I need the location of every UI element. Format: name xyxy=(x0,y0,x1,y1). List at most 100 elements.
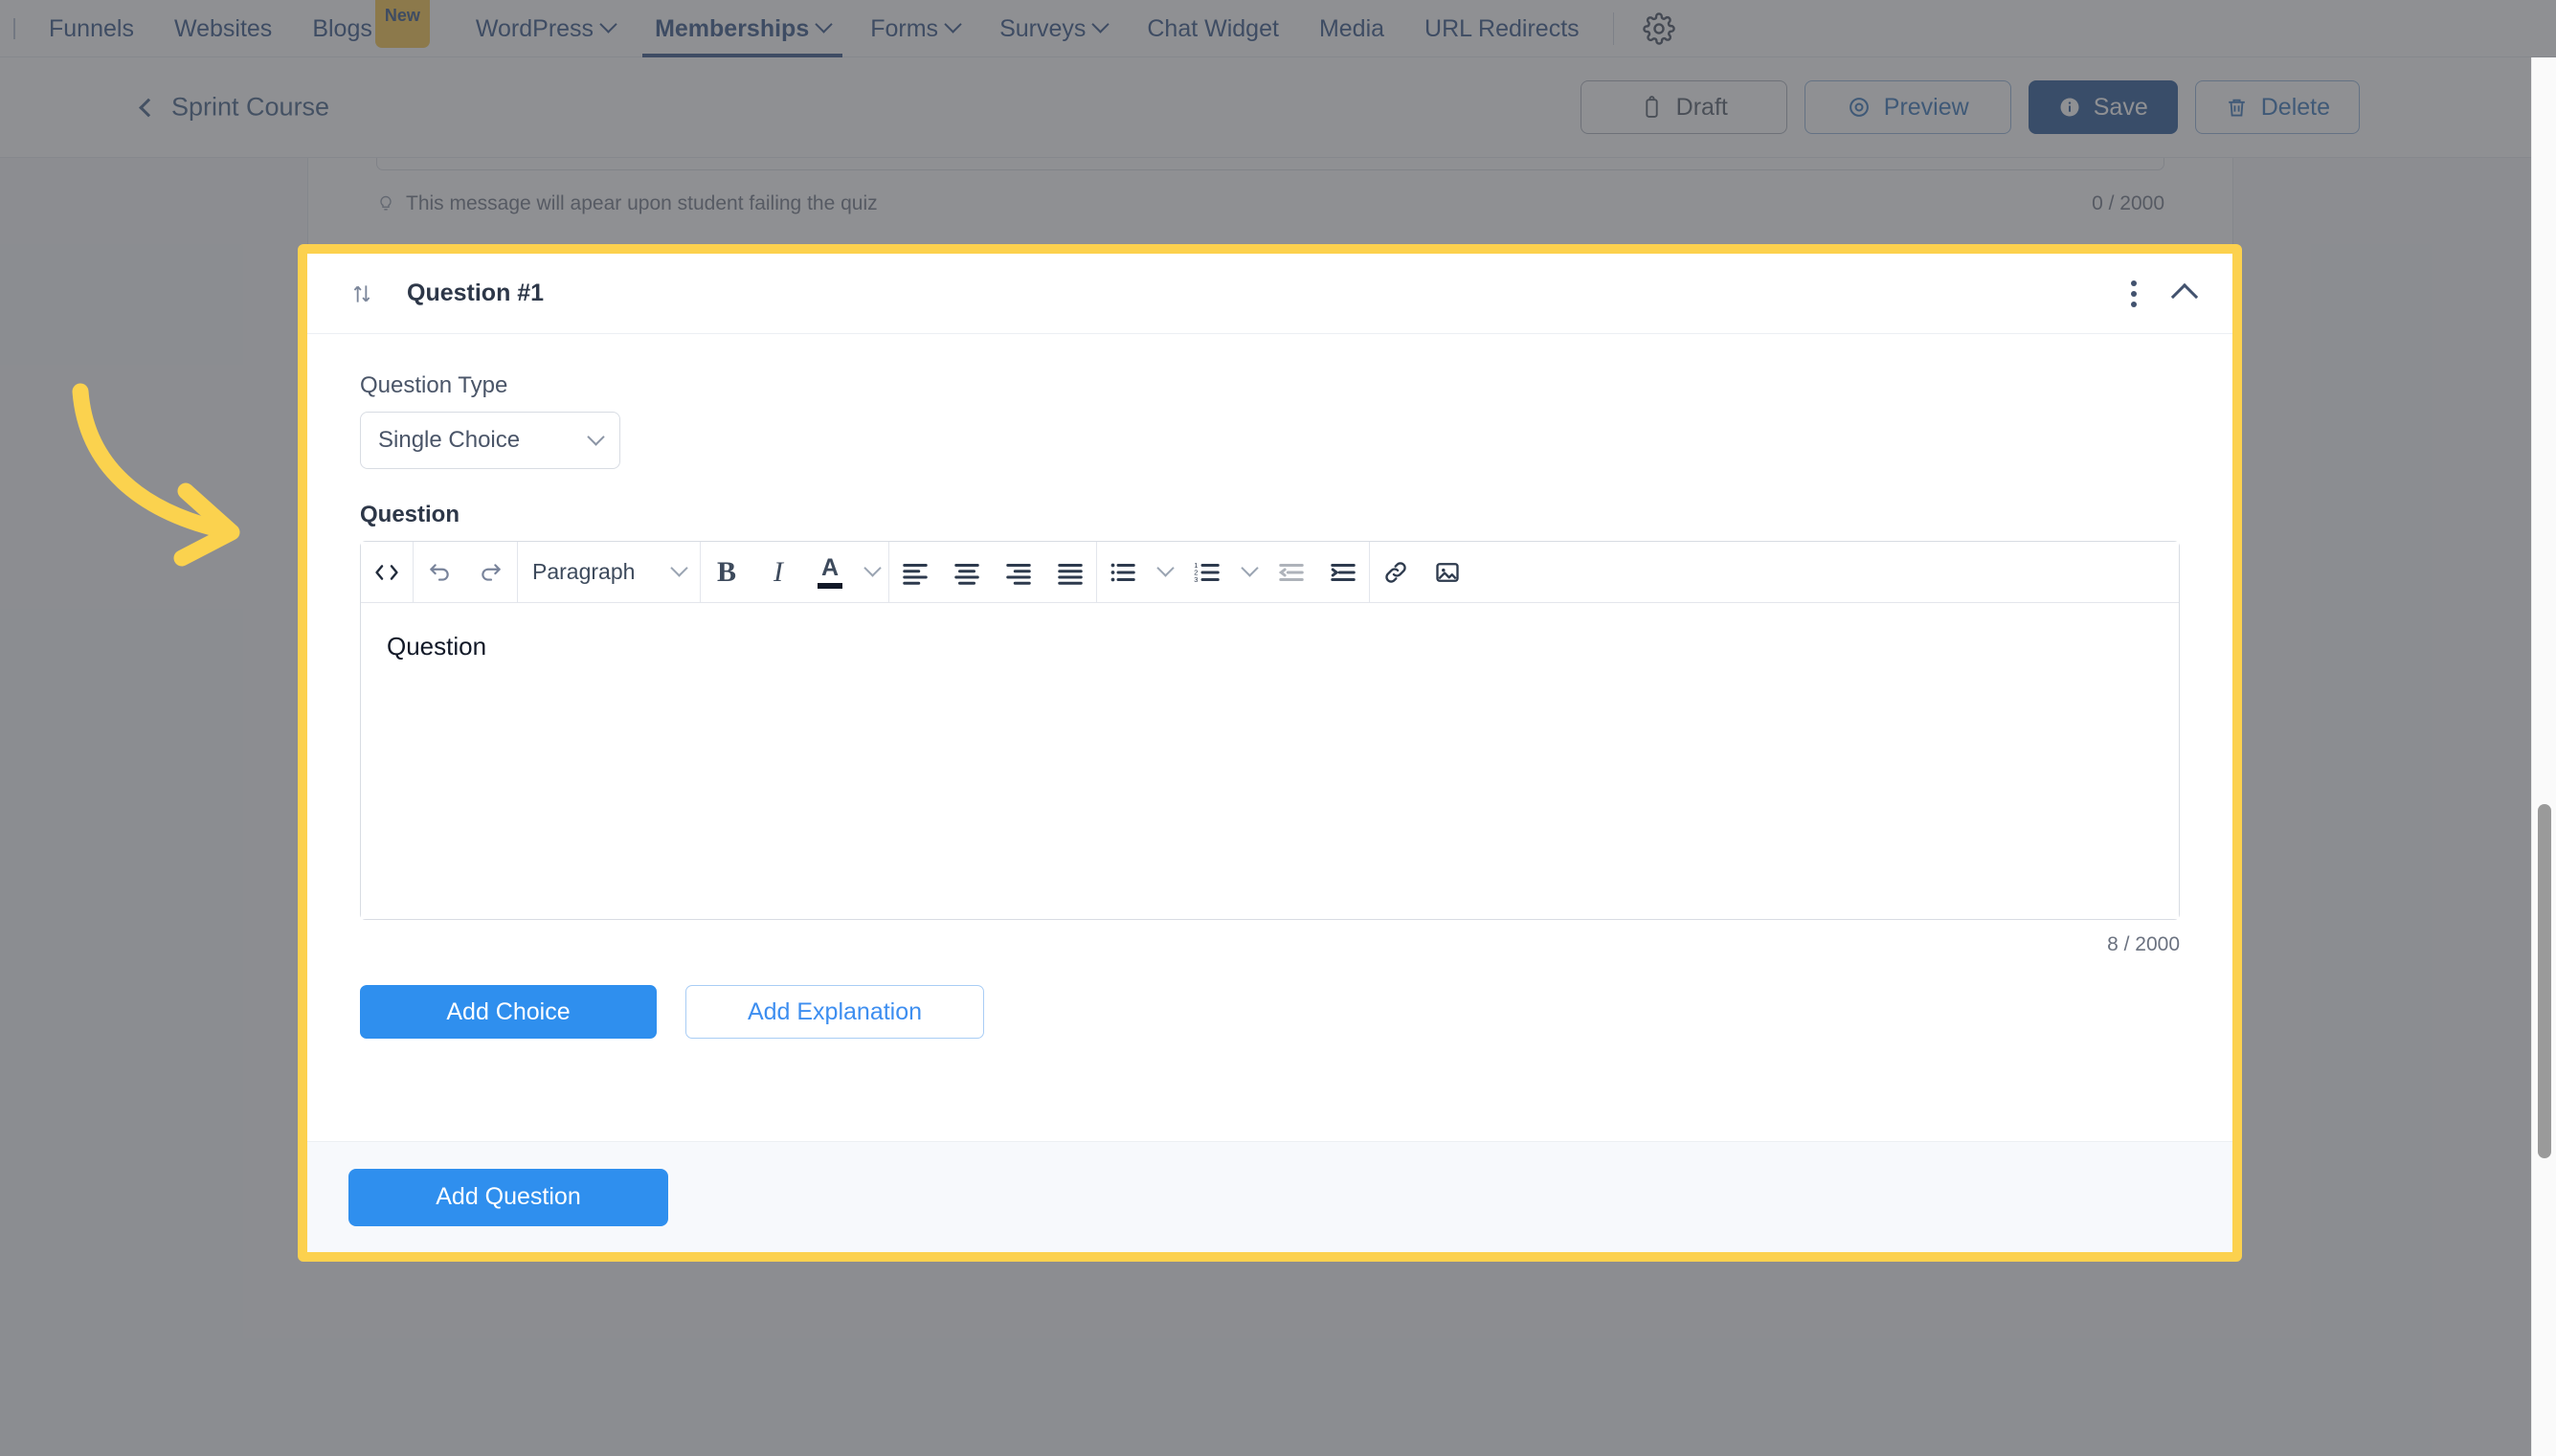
insert-link-button[interactable] xyxy=(1370,542,1422,603)
nav-item-label: URL Redirects xyxy=(1424,14,1580,42)
bold-glyph: B xyxy=(716,555,736,588)
kebab-menu-icon[interactable] xyxy=(2125,275,2142,313)
preview-button[interactable]: Preview xyxy=(1804,80,2011,134)
nav-item-memberships[interactable]: Memberships xyxy=(635,0,850,57)
question-card-body: Question Type Single Choice Question Par… xyxy=(307,334,2232,1039)
question-type-label: Question Type xyxy=(360,372,508,398)
chevron-down-icon xyxy=(815,15,833,34)
outdent-icon xyxy=(1278,563,1304,581)
bold-button[interactable]: B xyxy=(701,542,752,603)
nav-item-chat-widget[interactable]: Chat Widget xyxy=(1127,0,1299,57)
image-icon xyxy=(1436,562,1459,582)
toolbar-group-inline: B I A xyxy=(701,542,888,603)
bullet-list-dropdown-button[interactable] xyxy=(1149,542,1181,603)
add-question-label: Add Question xyxy=(436,1183,581,1210)
chevron-down-icon xyxy=(599,15,617,34)
question-action-buttons: Add Choice Add Explanation xyxy=(360,985,2180,1039)
nav-item-blogs[interactable]: Blogs New xyxy=(292,0,456,57)
chevron-down-icon xyxy=(670,559,688,577)
breadcrumb-label: Sprint Course xyxy=(171,92,330,122)
outdent-button[interactable] xyxy=(1266,542,1317,603)
failing-message-textarea[interactable] xyxy=(376,158,2164,170)
nav-item-wordpress[interactable]: WordPress xyxy=(456,0,635,57)
text-color-button[interactable]: A xyxy=(804,542,856,603)
numbered-list-dropdown-button[interactable] xyxy=(1233,542,1266,603)
indent-button[interactable] xyxy=(1317,542,1369,603)
align-left-button[interactable] xyxy=(889,542,941,603)
nav-item-label: Chat Widget xyxy=(1147,14,1279,42)
sort-arrows-icon[interactable] xyxy=(349,280,374,307)
add-question-button[interactable]: Add Question xyxy=(348,1168,668,1226)
chevron-down-icon xyxy=(587,427,605,446)
preview-button-label: Preview xyxy=(1883,93,1969,121)
link-icon xyxy=(1385,561,1406,583)
question-rich-text-editor: Paragraph B I A 1 2 3 Question xyxy=(360,541,2180,920)
numbered-list-button[interactable]: 1 2 3 xyxy=(1181,542,1233,603)
nav-item-forms[interactable]: Forms xyxy=(850,0,979,57)
settings-button[interactable] xyxy=(1627,11,1691,45)
chevron-up-icon[interactable] xyxy=(2170,282,2199,311)
numbered-list-icon: 1 2 3 xyxy=(1194,561,1220,584)
failing-message-hint-text: This message will apear upon student fai… xyxy=(406,192,878,214)
question-card-highlighted: Question #1 Question Type Single Choice … xyxy=(298,244,2242,1262)
add-choice-button[interactable]: Add Choice xyxy=(360,985,657,1039)
text-color-icon: A xyxy=(818,555,842,589)
question-type-value: Single Choice xyxy=(378,427,521,453)
question-card: Question #1 Question Type Single Choice … xyxy=(307,254,2232,1160)
delete-button[interactable]: Delete xyxy=(2194,80,2360,134)
toolbar-group-history xyxy=(414,542,517,603)
undo-button[interactable] xyxy=(414,542,465,603)
nav-item-label: Forms xyxy=(870,14,939,42)
align-right-button[interactable] xyxy=(993,542,1044,603)
draft-button[interactable]: Draft xyxy=(1580,80,1787,134)
nav-item-websites[interactable]: Websites xyxy=(154,0,292,57)
nav-item-url-redirects[interactable]: URL Redirects xyxy=(1404,0,1600,57)
bullet-list-button[interactable] xyxy=(1097,542,1149,603)
chevron-down-icon xyxy=(1091,15,1110,34)
hint-left: This message will apear upon student fai… xyxy=(376,192,878,215)
align-justify-icon xyxy=(1058,563,1083,585)
redo-button[interactable] xyxy=(465,542,517,603)
breadcrumb-back-sprint-course[interactable]: Sprint Course xyxy=(139,92,330,123)
text-color-dropdown-button[interactable] xyxy=(856,542,888,603)
block-format-select[interactable]: Paragraph xyxy=(518,542,700,603)
insert-image-button[interactable] xyxy=(1422,542,1473,603)
top-navigation-bar: Funnels Websites Blogs New WordPress Mem… xyxy=(0,0,2556,57)
add-explanation-label: Add Explanation xyxy=(747,997,923,1025)
chevron-down-icon xyxy=(1155,559,1175,577)
nav-item-label: Surveys xyxy=(999,14,1087,42)
redo-icon xyxy=(482,563,501,581)
scrollbar-thumb[interactable] xyxy=(2538,804,2551,1158)
question-type-select[interactable]: Single Choice xyxy=(360,412,620,469)
question-card-footer: Add Question xyxy=(307,1141,2232,1252)
toolbar-group-align xyxy=(889,542,1096,603)
nav-item-media[interactable]: Media xyxy=(1299,0,1404,57)
italic-button[interactable]: I xyxy=(752,542,804,603)
code-view-button[interactable] xyxy=(361,542,413,603)
toolbar-group-insert xyxy=(1370,542,1473,603)
nav-item-surveys[interactable]: Surveys xyxy=(979,0,1127,57)
bullet-list-icon xyxy=(1110,563,1135,581)
draft-button-label: Draft xyxy=(1675,93,1728,121)
new-badge: New xyxy=(374,0,430,48)
align-justify-button[interactable] xyxy=(1044,542,1096,603)
question-card-header: Question #1 xyxy=(307,254,2232,334)
undo-icon xyxy=(430,563,449,581)
question-editor-content[interactable]: Question xyxy=(361,603,2179,919)
clipboard-icon xyxy=(1646,95,1658,118)
align-center-button[interactable] xyxy=(941,542,993,603)
nav-left-edge xyxy=(13,17,19,39)
question-card-header-actions xyxy=(2125,275,2206,313)
nav-item-label: Websites xyxy=(173,14,273,42)
nav-item-funnels[interactable]: Funnels xyxy=(29,0,154,57)
indent-icon xyxy=(1331,563,1356,581)
add-explanation-button[interactable]: Add Explanation xyxy=(685,985,984,1039)
svg-text:3: 3 xyxy=(1194,575,1198,584)
code-icon xyxy=(375,564,398,580)
align-right-icon xyxy=(1006,563,1031,585)
page-scrollbar[interactable] xyxy=(2531,57,2556,1456)
save-button[interactable]: Save xyxy=(2028,80,2178,134)
chevron-down-icon xyxy=(944,15,962,34)
nav-divider xyxy=(1612,11,1614,45)
nav-item-label: WordPress xyxy=(475,14,594,42)
